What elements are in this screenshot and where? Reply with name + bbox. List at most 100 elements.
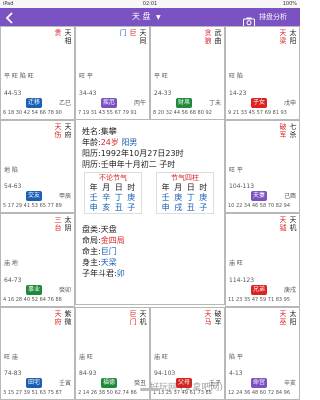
earthly-branch: 丙午: [133, 99, 146, 107]
palace-cell[interactable]: 天同巨门旺 平 34-43 疾厄 丙午 7 19 31 43 55 67 79 91: [75, 26, 150, 120]
shen-label: 身主:: [82, 258, 101, 267]
shen-line: 身主:天梁: [82, 257, 117, 268]
age-sequence: 7 19 31 43 55 67 79 91: [78, 109, 137, 116]
star-name: 三台: [54, 216, 62, 233]
pan-type: 盘类:天盘: [82, 225, 117, 234]
palace-name-badge[interactable]: 事业: [26, 284, 43, 295]
palace-cell[interactable]: 太阳 天巫陷 平 4-13 命宫 辛亥 12 24 36 48 60 72 84 96: [225, 306, 300, 400]
brightness-markers: 旺 陷: [229, 73, 243, 80]
age-sequence: 5 17 29 41 53 65 77 89: [3, 203, 62, 209]
pillar-b-title: 节气四柱: [171, 174, 199, 182]
chevron-down-icon[interactable]: ▼: [156, 14, 161, 21]
ming-value: 巨门: [100, 247, 117, 256]
palace-name-badge[interactable]: 子女: [251, 97, 268, 108]
earthly-branch: 庚戌: [283, 286, 296, 294]
earthly-branch: 戊申: [283, 99, 296, 107]
pillar-b-stems: 壬 庚 丁 庚: [161, 193, 209, 202]
brightness-markers: 旺 庙: [4, 353, 18, 361]
brightness-markers: 旺 平: [229, 166, 243, 174]
palace-name-badge[interactable]: 迁移: [26, 97, 43, 108]
star-name: 巨: [129, 29, 137, 37]
zidou-label: 子年斗君:: [82, 269, 117, 278]
palace-cell[interactable]: 武曲 贪狼平 旺 24-33 财帛 丁未 8 20 32 44 56 68 80 92: [150, 26, 225, 120]
star-name: 太阴: [64, 216, 72, 233]
age-line: 年龄:24岁 阳男: [82, 137, 137, 148]
age-sequence: 9 21 33 45 57 69 81 93: [228, 109, 287, 116]
pillars-no-solar-term: 不论节气 年 月 日 时 壬 辛 丁 庚 申 亥 丑 子: [84, 172, 142, 214]
brightness-markers: 庙 旺: [79, 353, 93, 361]
palace-cell[interactable]: 太阳 天梁旺 陷 14-23 子女 戊申 9 21 33 45 57 69 81 93: [225, 26, 300, 120]
lunar-date: 阴历:壬申年十月初二 子时: [82, 160, 176, 169]
palace-name-badge[interactable]: 田宅: [26, 378, 43, 388]
star-name: 天伤: [54, 122, 62, 139]
palace-name-badge[interactable]: 交友: [26, 191, 43, 201]
shen-value: 天梁: [100, 258, 117, 267]
sort-analysis-button[interactable]: 排盘分析: [259, 8, 287, 26]
earthly-branch: 甲辰: [58, 193, 71, 200]
age-range: 14-23: [229, 89, 247, 97]
pillar-a-branches: 申 亥 丑 子: [89, 203, 137, 212]
age-sequence: 8 20 32 44 56 68 80 92: [153, 109, 212, 116]
star-columns: 紫微 天府: [1, 310, 74, 354]
palace-name-badge[interactable]: 疾厄: [101, 97, 118, 108]
palace-name-badge[interactable]: 兄弟: [251, 284, 268, 295]
star-name: 天机: [139, 309, 147, 326]
name-line: 姓名:集攀: [82, 127, 117, 136]
earthly-branch: 壬寅: [58, 380, 71, 387]
solar-date: 阳历:1992年10月27日23时: [82, 149, 184, 158]
age-sequence: 3 15 27 39 51 63 75 87: [3, 390, 62, 396]
home-indicator: [140, 388, 160, 391]
star-columns: 破军 天马: [151, 310, 224, 354]
pillar-a-stems: 壬 辛 丁 庚: [89, 193, 137, 202]
age-range: 114-123: [229, 276, 255, 284]
star-name: 太阳: [289, 309, 297, 326]
brightness-markers: 平 旺 陷 旺: [4, 73, 34, 80]
camera-icon[interactable]: [243, 12, 255, 27]
age-range: 4-13: [229, 370, 243, 377]
star-name: 紫微: [64, 309, 72, 326]
star-columns: 天相贵: [1, 29, 74, 73]
age-range: 104-113: [229, 183, 255, 190]
star-columns: 武曲 贪狼: [151, 29, 224, 73]
ju-value: 金四局: [100, 236, 125, 245]
earthly-branch: 癸丑: [133, 380, 146, 387]
star-columns: 天机 巨门: [76, 310, 149, 354]
star-name: 天巫: [279, 309, 287, 326]
watermark: 好玩网 (艾拿吧网): [150, 383, 223, 393]
star-columns: 太阳 天巫: [226, 310, 299, 354]
brightness-markers: 地 陷: [4, 166, 18, 174]
star-name: 贪狼: [204, 29, 212, 46]
nav-title[interactable]: 天 盘: [132, 8, 151, 26]
palace-cell[interactable]: 紫微 天府旺 庙 74-83 田宅 壬寅 3 15 27 39 51 63 75 87: [0, 306, 75, 400]
age-range: 74-83: [4, 370, 22, 377]
palace-name-badge[interactable]: 命宫: [251, 378, 268, 388]
palace-cell[interactable]: 太阴 三台庙 地 64-73 事业 癸卯 4 16 28 40 52 64 76 88: [0, 213, 75, 307]
age-sequence: 12 24 36 48 60 72 84 96: [228, 390, 291, 396]
earthly-branch: 丁未: [208, 99, 221, 107]
star-name: 天钺: [279, 216, 287, 233]
palace-name-badge[interactable]: 福德: [101, 378, 118, 388]
palace-cell[interactable]: 天相贵平 旺 陷 旺 44-53 迁移 乙巳 6 18 30 42 54 66 78 9…: [0, 26, 75, 120]
status-time: 02:01: [142, 1, 158, 7]
age-range: 84-93: [79, 370, 97, 377]
palace-name-badge[interactable]: 夫妻: [251, 191, 268, 201]
star-columns: 天机 天钺: [226, 216, 299, 260]
star-name: 天马: [204, 309, 212, 326]
ju-line: 命局:金四局: [82, 235, 125, 246]
star-name: 天府: [64, 122, 72, 139]
navigation-bar: 天 盘 ▼ 排盘分析: [0, 8, 300, 27]
palace-cell[interactable]: 七杀 破军旺 平 104-113 夫妻 己酉 10 22 34 46 58 70 82 9…: [225, 119, 300, 213]
brightness-markers: 庙 旺: [154, 353, 168, 361]
palace-name-badge[interactable]: 财帛: [176, 97, 193, 108]
palace-cell[interactable]: 天机 天钺庙 旺 114-123 兄弟 庚戌 11 23 35 47 59 71 83 9…: [225, 213, 300, 307]
age-label: 年龄:: [82, 138, 101, 147]
back-arrow-icon[interactable]: [3, 10, 17, 24]
brightness-markers: 庙 地: [4, 260, 18, 267]
palace-cell[interactable]: 天机 巨门庙 旺 84-93 福德 癸丑 2 14 26 38 50 62 74 86: [75, 306, 150, 400]
palace-cell[interactable]: 天府 天伤地 陷 54-63 交友 甲辰 5 17 29 41 53 65 77 89: [0, 119, 75, 213]
age-range: 64-73: [4, 276, 22, 284]
star-columns: 太阳 天梁: [226, 29, 299, 73]
star-name: 破军: [279, 122, 287, 139]
earthly-branch: 己酉: [283, 193, 296, 200]
zidou-line: 子年斗君:卯: [82, 268, 125, 279]
